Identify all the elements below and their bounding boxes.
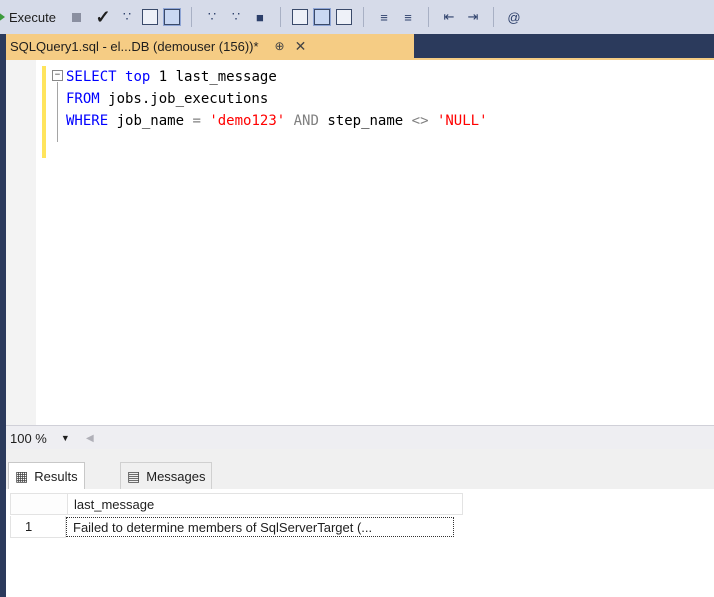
pin-icon[interactable]: ⊕ [275, 39, 285, 53]
row-number-header[interactable] [10, 493, 68, 515]
stop-icon[interactable] [71, 12, 81, 22]
results-grid[interactable]: last_message 1 Failed to determine membe… [6, 489, 714, 597]
parse-check-icon[interactable]: ✓ [94, 7, 112, 27]
chevron-down-icon[interactable]: ▼ [61, 433, 70, 443]
identifier-text: step_name [318, 113, 412, 129]
execute-button[interactable]: Execute [0, 10, 56, 25]
operator: AND [293, 113, 319, 129]
results-to-grid-icon[interactable] [312, 8, 331, 26]
results-to-text-icon[interactable] [291, 9, 308, 25]
include-plan-icon[interactable]: ∵ [203, 8, 221, 26]
identifier-text: job_name [108, 113, 193, 129]
table-row[interactable]: 1 Failed to determine members of SqlServ… [10, 516, 454, 538]
grid-cell[interactable]: Failed to determine members of SqlServer… [66, 517, 454, 537]
live-stats-icon[interactable]: ∵ [227, 8, 245, 26]
grid-header-row: last_message [10, 493, 463, 515]
keyword: top [125, 69, 151, 85]
results-to-file-icon[interactable] [335, 9, 352, 25]
toolbar-divider [279, 7, 281, 27]
tab-messages[interactable]: ▤ Messages [120, 462, 213, 489]
display-plan-icon[interactable]: ∵ [118, 8, 136, 26]
change-marker [42, 66, 46, 158]
comment-icon[interactable]: ≡ [375, 8, 393, 26]
code-line-2: FROM jobs.job_executions [66, 91, 268, 107]
code-line-3: WHERE job_name = 'demo123' AND step_name… [66, 113, 488, 129]
scroll-left-icon[interactable]: ◀ [86, 433, 94, 444]
keyword: WHERE [66, 113, 109, 129]
intellisense-icon[interactable] [162, 8, 181, 26]
code-text[interactable]: SELECT top 1 last_message FROM jobs.job_… [66, 66, 488, 132]
tab-results-label: Results [34, 468, 78, 484]
tab-results[interactable]: ▦ Results [8, 462, 85, 489]
toolbar-divider [427, 7, 429, 27]
toolbar-divider [492, 7, 494, 27]
keyword: SELECT [66, 69, 117, 85]
column-header[interactable]: last_message [68, 493, 463, 515]
fold-guide [57, 82, 58, 142]
query-editor[interactable]: − SELECT top 1 last_message FROM jobs.jo… [6, 60, 714, 425]
decrease-indent-icon[interactable]: ⇤ [440, 8, 458, 26]
uncomment-icon[interactable]: ≡ [399, 8, 417, 26]
specify-values-icon[interactable]: @ [505, 8, 523, 26]
increase-indent-icon[interactable]: ⇥ [464, 8, 482, 26]
collapse-icon[interactable]: − [52, 70, 63, 81]
code-line-1: SELECT top 1 last_message [66, 69, 277, 85]
zoom-dropdown[interactable]: 100 % ▼ [10, 431, 80, 446]
zoom-level: 100 % [10, 430, 47, 446]
toolbar-divider [362, 7, 364, 27]
operator: = [192, 113, 201, 129]
zoom-bar: 100 % ▼ ◀ [6, 425, 714, 450]
tab-title: SQLQuery1.sql - el...DB (demouser (156))… [10, 38, 259, 54]
query-options-icon[interactable] [141, 9, 158, 25]
tab-messages-label: Messages [146, 468, 206, 484]
keyword: FROM [66, 91, 100, 107]
row-number[interactable]: 1 [10, 516, 66, 538]
identifier-text: 1 last_message [150, 69, 277, 85]
execute-label: Execute [9, 9, 56, 25]
string-literal: 'NULL' [436, 113, 488, 129]
tab-sqlquery1[interactable]: SQLQuery1.sql - el...DB (demouser (156))… [6, 34, 414, 58]
close-icon[interactable]: ✕ [295, 38, 307, 55]
string-literal: 'demo123' [209, 113, 286, 129]
editor-gutter [6, 60, 36, 425]
messages-icon: ▤ [127, 467, 141, 484]
toolbar-divider [190, 7, 192, 27]
play-icon [0, 12, 5, 22]
identifier-text: jobs.job_executions [99, 91, 269, 107]
operator: <> [411, 113, 429, 129]
client-stats-icon[interactable]: ■ [251, 8, 269, 26]
results-tab-strip: ▦ Results ▤ Messages [6, 449, 714, 489]
results-pane: ▦ Results ▤ Messages last_message 1 Fail… [6, 449, 714, 597]
toolbar: Execute ✓ ∵ ∵ ∵ ■ ≡ ≡ ⇤ ⇥ @ [0, 0, 714, 34]
grid-icon: ▦ [15, 467, 29, 484]
